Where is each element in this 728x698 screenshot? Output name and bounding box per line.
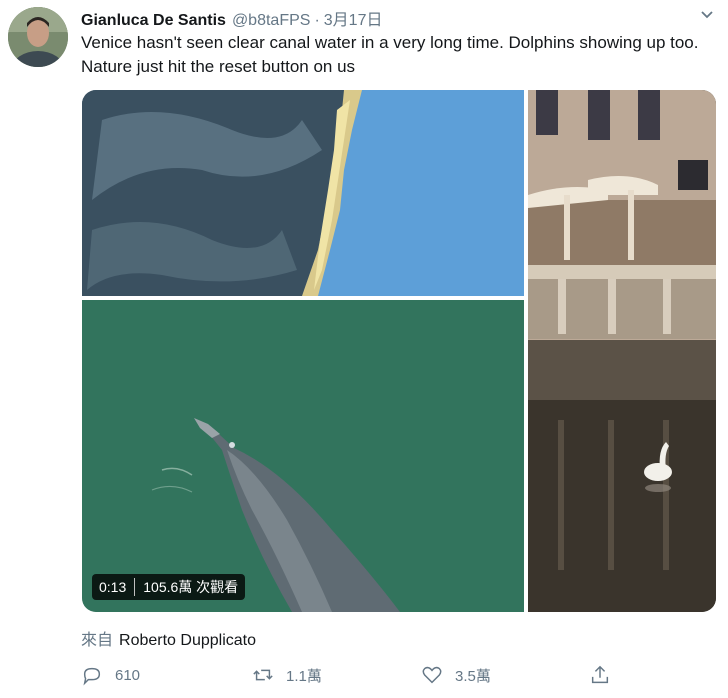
- media-video-dolphin[interactable]: [82, 300, 524, 612]
- tweet-header: Gianluca De Santis @b8taFPS · 3月17日: [81, 6, 383, 29]
- video-views: 105.6萬 次觀看: [143, 579, 239, 595]
- avatar[interactable]: [8, 7, 68, 67]
- heart-icon: [422, 666, 442, 684]
- reply-button[interactable]: 610: [81, 660, 140, 690]
- video-source: 來自 Roberto Dupplicato: [81, 626, 256, 650]
- reply-icon: [83, 667, 101, 686]
- tweet-date[interactable]: 3月17日: [324, 12, 383, 29]
- media-grid[interactable]: [82, 90, 716, 612]
- author-handle[interactable]: @b8taFPS: [232, 12, 311, 29]
- header-separator: ·: [314, 12, 320, 29]
- author-name[interactable]: Gianluca De Santis: [81, 12, 226, 29]
- retweet-button[interactable]: 1.1萬: [252, 660, 322, 690]
- like-button[interactable]: 3.5萬: [421, 660, 491, 690]
- chevron-down-icon[interactable]: [700, 8, 714, 22]
- media-image-canal[interactable]: [528, 90, 716, 612]
- source-name[interactable]: Roberto Dupplicato: [119, 632, 256, 649]
- reply-count: 610: [115, 666, 141, 684]
- video-duration: 0:13: [99, 579, 127, 595]
- avatar-photo: [8, 7, 68, 67]
- badge-divider: [134, 578, 136, 596]
- tweet-actions: 610 1.1萬 3.5萬: [81, 660, 641, 690]
- share-button[interactable]: [589, 660, 623, 690]
- media-image-aerial[interactable]: [82, 90, 524, 296]
- video-info-badge: 0:13 105.6萬 次觀看: [92, 574, 246, 600]
- retweet-icon: [253, 669, 273, 681]
- share-icon: [591, 665, 609, 684]
- source-prefix: 來自: [81, 632, 114, 649]
- retweet-count: 1.1萬: [286, 667, 322, 685]
- tweet-text: Venice hasn't seen clear canal water in …: [81, 33, 699, 76]
- like-count: 3.5萬: [455, 667, 491, 685]
